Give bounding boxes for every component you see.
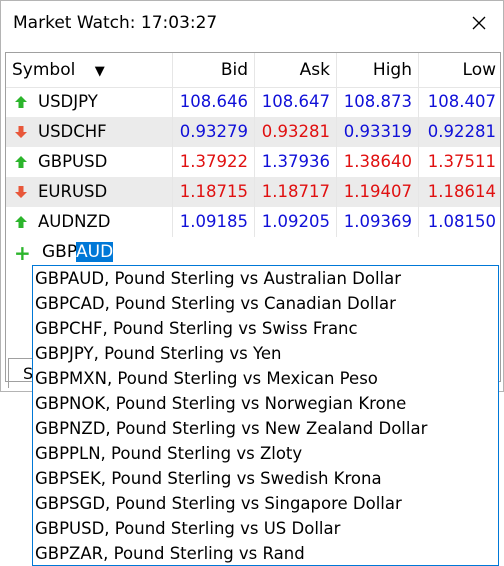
suggestion-option[interactable]: GBPJPY, Pound Sterling vs Yen <box>33 341 498 366</box>
arrow-down-icon <box>15 126 27 138</box>
arrow-up-icon <box>15 96 27 108</box>
suggestion-option[interactable]: GBPSEK, Pound Sterling vs Swedish Krona <box>33 466 498 491</box>
close-button[interactable] <box>465 9 493 37</box>
ask-cell: 1.18717 <box>255 177 337 207</box>
bid-cell: 1.37922 <box>173 147 255 177</box>
suggestion-option[interactable]: GBPAUD, Pound Sterling vs Australian Dol… <box>33 266 498 291</box>
window-title: Market Watch: 17:03:27 <box>13 13 218 33</box>
suggestion-option[interactable]: GBPCAD, Pound Sterling vs Canadian Dolla… <box>33 291 498 316</box>
suggestion-option[interactable]: GBPNOK, Pound Sterling vs Norwegian Kron… <box>33 391 498 416</box>
symbol-name: EURUSD <box>38 182 108 201</box>
bid-cell: 1.18715 <box>173 177 255 207</box>
suggestion-option[interactable]: GBPMXN, Pound Sterling vs Mexican Peso <box>33 366 498 391</box>
low-cell: 1.18614 <box>427 182 496 201</box>
ask-cell: 1.37936 <box>255 147 337 177</box>
high-cell: 0.93319 <box>337 117 419 147</box>
title-bar: Market Watch: 17:03:27 <box>1 1 503 45</box>
low-cell: 1.08150 <box>427 212 496 231</box>
suggestion-option[interactable]: GBPSGD, Pound Sterling vs Singapore Doll… <box>33 491 498 516</box>
symbol-cell: USDJPY <box>6 87 173 117</box>
column-header-high[interactable]: High <box>337 53 419 87</box>
symbol-name: GBPUSD <box>38 152 108 171</box>
table-row[interactable]: GBPUSD 1.37922 1.37936 1.38640 1.37511 <box>6 147 500 177</box>
high-cell: 1.38640 <box>337 147 419 177</box>
arrow-down-icon <box>15 186 27 198</box>
symbol-name: USDCHF <box>38 122 107 141</box>
ask-cell: 108.647 <box>255 87 337 117</box>
suggestion-option[interactable]: GBPZAR, Pound Sterling vs Rand <box>33 541 498 566</box>
arrow-up-icon <box>15 156 27 168</box>
high-cell: 1.09369 <box>337 207 419 237</box>
suggestion-option[interactable]: GBPPLN, Pound Sterling vs Zloty <box>33 441 498 466</box>
suggestion-option[interactable]: GBPUSD, Pound Sterling vs US Dollar <box>33 516 498 541</box>
symbol-name: USDJPY <box>38 92 98 111</box>
arrow-up-icon <box>15 216 27 228</box>
column-header-bid[interactable]: Bid <box>173 53 255 87</box>
sort-down-icon: ▼ <box>94 64 105 79</box>
column-header-low[interactable]: Low <box>419 53 500 87</box>
symbol-search-input[interactable]: GBPAUD <box>38 238 500 266</box>
symbol-name: AUDNZD <box>38 212 111 231</box>
bid-cell: 0.93279 <box>173 117 255 147</box>
symbol-cell: AUDNZD <box>6 207 173 237</box>
column-header-symbol-label: Symbol <box>12 60 76 80</box>
ask-cell: 0.93281 <box>255 117 337 147</box>
low-cell: 0.92281 <box>427 122 496 141</box>
plus-icon: + <box>14 241 31 265</box>
table-header: Symbol ▼ Bid Ask High Low <box>6 53 500 88</box>
suggestion-option[interactable]: GBPCHF, Pound Sterling vs Swiss Franc <box>33 316 498 341</box>
symbol-search-typed: GBP <box>42 242 76 262</box>
column-header-symbol[interactable]: Symbol ▼ <box>6 53 173 87</box>
column-header-ask[interactable]: Ask <box>255 53 337 87</box>
add-symbol-row[interactable]: + GBPAUD <box>6 237 500 267</box>
high-cell: 1.19407 <box>337 177 419 207</box>
low-cell: 1.37511 <box>427 152 496 171</box>
ask-cell: 1.09205 <box>255 207 337 237</box>
symbol-cell: USDCHF <box>6 117 173 147</box>
symbol-suggestion-list[interactable]: GBPAUD, Pound Sterling vs Australian Dol… <box>32 265 499 566</box>
close-icon <box>472 16 486 30</box>
table-row[interactable]: EURUSD 1.18715 1.18717 1.19407 1.18614 <box>6 177 500 207</box>
bid-cell: 108.646 <box>173 87 255 117</box>
table-row[interactable]: USDCHF 0.93279 0.93281 0.93319 0.92281 <box>6 117 500 147</box>
table-row[interactable]: USDJPY 108.646 108.647 108.873 108.407 <box>6 87 500 117</box>
symbol-cell: EURUSD <box>6 177 173 207</box>
symbol-search-autocomplete: AUD <box>76 242 114 262</box>
high-cell: 108.873 <box>337 87 419 117</box>
symbol-cell: GBPUSD <box>6 147 173 177</box>
low-cell: 108.407 <box>427 92 496 111</box>
table-row[interactable]: AUDNZD 1.09185 1.09205 1.09369 1.08150 <box>6 207 500 237</box>
suggestion-option[interactable]: GBPNZD, Pound Sterling vs New Zealand Do… <box>33 416 498 441</box>
bid-cell: 1.09185 <box>173 207 255 237</box>
